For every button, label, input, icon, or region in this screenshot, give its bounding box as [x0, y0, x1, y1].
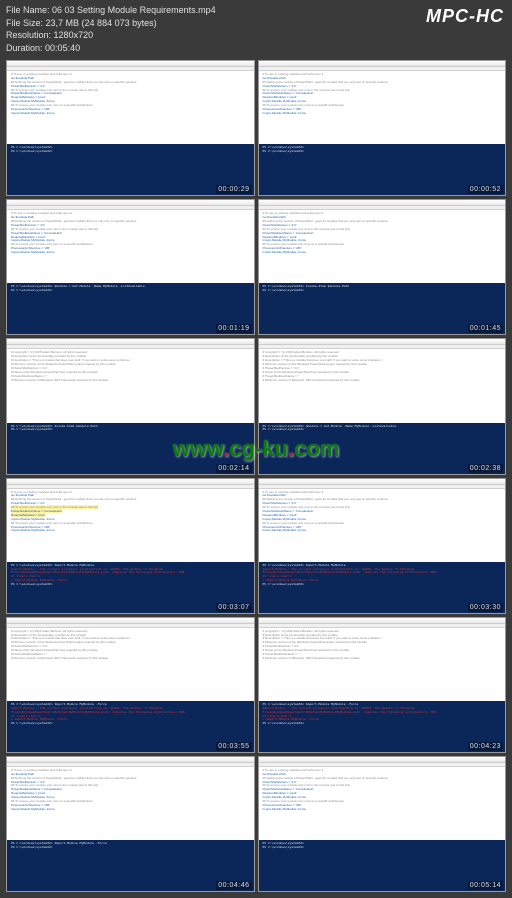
thumbnail[interactable]: # To use or existing manifest and build … [6, 756, 255, 892]
thumbnail[interactable]: # To use or existing manifest and build … [258, 478, 507, 614]
thumbnail[interactable]: # Copyright = '(c) 2015 Adam Bertram. Al… [258, 617, 507, 753]
thumbnail[interactable]: # To use or existing manifest and build … [6, 478, 255, 614]
timestamp-overlay: 00:04:46 [216, 881, 251, 890]
resolution-label: Resolution: [6, 30, 51, 40]
media-info: File Name: 06 03 Setting Module Requirem… [6, 4, 216, 54]
duration-label: Duration: [6, 43, 43, 53]
filename-label: File Name: [6, 5, 50, 15]
timestamp-overlay: 00:03:55 [216, 742, 251, 751]
editor-pane: # To use or existing manifest and build … [259, 71, 506, 144]
editor-pane: # To use or existing manifest and build … [259, 489, 506, 562]
editor-pane: # Copyright = '(c) 2015 Adam Bertram. Al… [7, 628, 254, 701]
thumbnail[interactable]: # Copyright = '(c) 2015 Adam Bertram. Al… [258, 338, 507, 474]
editor-pane: # To use or existing manifest and build … [7, 71, 254, 144]
editor-pane: # To use or existing manifest and build … [7, 489, 254, 562]
timestamp-overlay: 00:00:29 [216, 185, 251, 194]
thumbnail-grid: # To use or existing manifest and build … [6, 60, 506, 892]
timestamp-overlay: 00:01:45 [468, 324, 503, 333]
timestamp-overlay: 00:00:52 [468, 185, 503, 194]
editor-pane: # Copyright = '(c) 2015 Adam Bertram. Al… [259, 349, 506, 422]
filesize-label: File Size: [6, 18, 43, 28]
thumbnail[interactable]: # To use or existing manifest and build … [258, 756, 507, 892]
thumbnail[interactable]: # Copyright = '(c) 2015 Adam Bertram. Al… [6, 617, 255, 753]
thumbnail[interactable]: # To use or existing manifest and build … [6, 60, 255, 196]
timestamp-overlay: 00:03:30 [468, 603, 503, 612]
timestamp-overlay: 00:03:07 [216, 603, 251, 612]
duration-value: 00:05:40 [45, 43, 80, 53]
filename-value: 06 03 Setting Module Requirements.mp4 [52, 5, 216, 15]
timestamp-overlay: 00:02:38 [468, 464, 503, 473]
timestamp-overlay: 00:01:19 [216, 324, 251, 333]
editor-pane: # To use or existing manifest and build … [259, 210, 506, 283]
app-logo: MPC-HC [426, 6, 504, 27]
timestamp-overlay: 00:02:14 [216, 464, 251, 473]
editor-pane: # Copyright = '(c) 2015 Adam Bertram. Al… [259, 628, 506, 701]
resolution-value: 1280x720 [54, 30, 94, 40]
filesize-value: 23,7 MB (24 884 073 bytes) [46, 18, 157, 28]
thumbnail[interactable]: # To use or existing manifest and build … [258, 60, 507, 196]
thumbnail[interactable]: # To use or existing manifest and build … [6, 199, 255, 335]
editor-pane: # To use or existing manifest and build … [7, 210, 254, 283]
editor-pane: # To use or existing manifest and build … [7, 767, 254, 840]
timestamp-overlay: 00:05:14 [468, 881, 503, 890]
thumbnail[interactable]: # To use or existing manifest and build … [258, 199, 507, 335]
timestamp-overlay: 00:04:23 [468, 742, 503, 751]
editor-pane: # Copyright = '(c) 2015 Adam Bertram. Al… [7, 349, 254, 422]
editor-pane: # To use or existing manifest and build … [259, 767, 506, 840]
thumbnail[interactable]: # Copyright = '(c) 2015 Adam Bertram. Al… [6, 338, 255, 474]
